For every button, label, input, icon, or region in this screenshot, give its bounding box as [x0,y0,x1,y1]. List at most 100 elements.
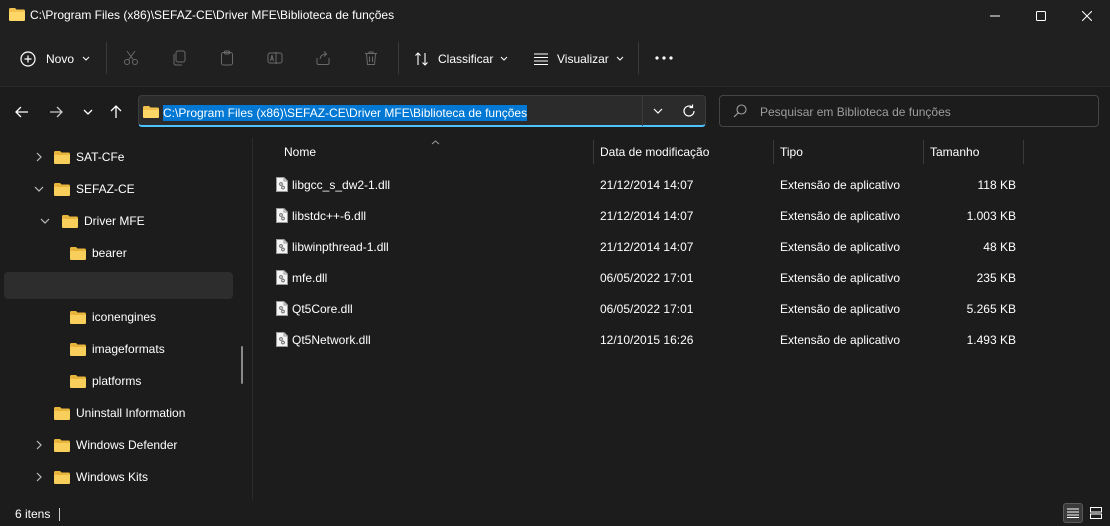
forward-button[interactable] [45,101,67,123]
sidebar-selection [4,272,233,299]
back-icon [15,106,28,118]
plus-circle-icon [20,51,36,67]
sidebar-item-label: Windows Kits [76,470,149,484]
chevron-right-icon[interactable] [34,152,44,162]
toolbar-divider [638,42,639,74]
chevron-down-icon[interactable] [34,184,44,194]
rename-button[interactable] [264,47,286,69]
copy-icon [173,50,186,66]
file-size: 48 KB [983,240,1016,254]
column-header-size[interactable]: Tamanho [930,145,979,161]
status-bar [0,502,1110,526]
file-type: Extensão de aplicativo [780,333,901,347]
details-view-icon [1067,508,1079,518]
column-separator[interactable] [923,140,924,164]
column-separator[interactable] [593,140,594,164]
cut-button[interactable] [120,47,142,69]
minimize-button[interactable] [972,0,1018,32]
recent-locations-button[interactable] [77,101,99,123]
address-history-button[interactable] [642,96,673,126]
sidebar-item-label: Uninstall Information [76,406,186,420]
delete-icon [365,51,377,65]
close-button[interactable] [1064,0,1110,32]
file-type: Extensão de aplicativo [780,178,901,192]
sidebar-item[interactable]: platforms [4,366,233,396]
close-icon [1082,11,1092,21]
delete-button[interactable] [360,47,382,69]
sidebar-item[interactable]: iconengines [4,302,233,332]
chevron-right-icon[interactable] [34,472,44,482]
sidebar-item[interactable]: Windows Defender [4,430,233,460]
up-button[interactable] [105,101,127,123]
sidebar-item[interactable]: Driver MFE [4,206,233,236]
item-count: 6 itens [15,507,51,521]
sidebar-item[interactable]: imageformats [4,334,233,364]
dll-file-icon [276,270,288,285]
folder-icon [143,106,159,118]
tiles-view-icon [1090,507,1102,519]
details-view-button[interactable] [1063,503,1083,523]
file-row[interactable]: libgcc_s_dw2-1.dll 21/12/2014 14:07 Extens… [258,170,1028,201]
chevron-down-icon [653,108,663,114]
sidebar-item-label: Windows Defender [76,438,178,452]
folder-icon [62,215,78,228]
sidebar-item-label: Driver MFE [84,214,145,228]
up-icon [110,105,122,118]
sidebar-item[interactable]: Windows Kits [4,462,233,492]
sidebar-item-label: platforms [92,374,142,388]
column-header-type[interactable]: Tipo [780,145,803,161]
forward-icon [50,106,63,118]
new-button[interactable]: Novo [20,46,90,72]
folder-icon [9,8,25,21]
column-separator[interactable] [1023,140,1024,164]
cut-icon [124,50,138,65]
view-button[interactable]: Visualizar [533,46,624,72]
pane-divider[interactable] [252,138,253,500]
sidebar-item[interactable]: Uninstall Information [4,398,233,428]
paste-button[interactable] [216,47,238,69]
column-separator[interactable] [773,140,774,164]
paste-icon [221,50,233,66]
sidebar-item[interactable]: SEFAZ-CE [4,174,233,204]
file-name: libstdc++-6.dll [292,209,367,223]
refresh-button[interactable] [674,96,704,126]
search-icon [733,104,747,118]
file-row[interactable]: libstdc++-6.dll 21/12/2014 14:07 Extensão … [258,201,1028,232]
folder-icon [70,375,86,388]
search-placeholder[interactable]: Pesquisar em Biblioteca de funções [760,105,951,119]
file-row[interactable]: Qt5Core.dll 06/05/2022 17:01 Extensão de a… [258,294,1028,325]
sidebar-item-label: SEFAZ-CE [76,182,135,196]
sidebar-scrollbar[interactable] [241,346,243,384]
back-button[interactable] [11,101,33,123]
file-row[interactable]: Qt5Network.dll 12/10/2015 16:26 Extensão d… [258,325,1028,356]
file-type: Extensão de aplicativo [780,240,901,254]
file-size: 1.493 KB [966,333,1016,347]
file-type: Extensão de aplicativo [780,209,901,223]
sort-button[interactable]: Classificar [414,46,508,72]
file-name: libwinpthread-1.dll [292,240,389,254]
tiles-view-button[interactable] [1086,503,1106,523]
folder-icon [54,407,70,420]
window-title: C:\Program Files (x86)\SEFAZ-CE\Driver M… [30,8,395,22]
minimize-icon [990,15,1000,17]
copy-button[interactable] [168,47,190,69]
folder-icon [70,343,86,356]
file-date: 12/10/2015 16:26 [600,333,694,347]
maximize-button[interactable] [1018,0,1064,32]
more-options-button[interactable] [653,47,675,69]
chevron-right-icon[interactable] [34,440,44,450]
file-row[interactable]: mfe.dll 06/05/2022 17:01 Extensão de aplic… [258,263,1028,294]
rename-icon [267,52,283,64]
view-icon [534,53,548,66]
sidebar-item[interactable]: SAT-CFe [4,142,233,172]
toolbar-divider [398,42,399,74]
share-button[interactable] [312,47,334,69]
column-header-name[interactable]: Nome [284,145,316,161]
sidebar-item[interactable]: bearer [4,238,233,268]
column-header-date[interactable]: Data de modificação [600,145,709,161]
file-date: 21/12/2014 14:07 [600,178,694,192]
file-row[interactable]: libwinpthread-1.dll 21/12/2014 14:07 Exten… [258,232,1028,263]
file-date: 21/12/2014 14:07 [600,209,694,223]
chevron-down-icon[interactable] [40,216,50,226]
address-path[interactable]: C:\Program Files (x86)\SEFAZ-CE\Driver M… [163,105,528,121]
